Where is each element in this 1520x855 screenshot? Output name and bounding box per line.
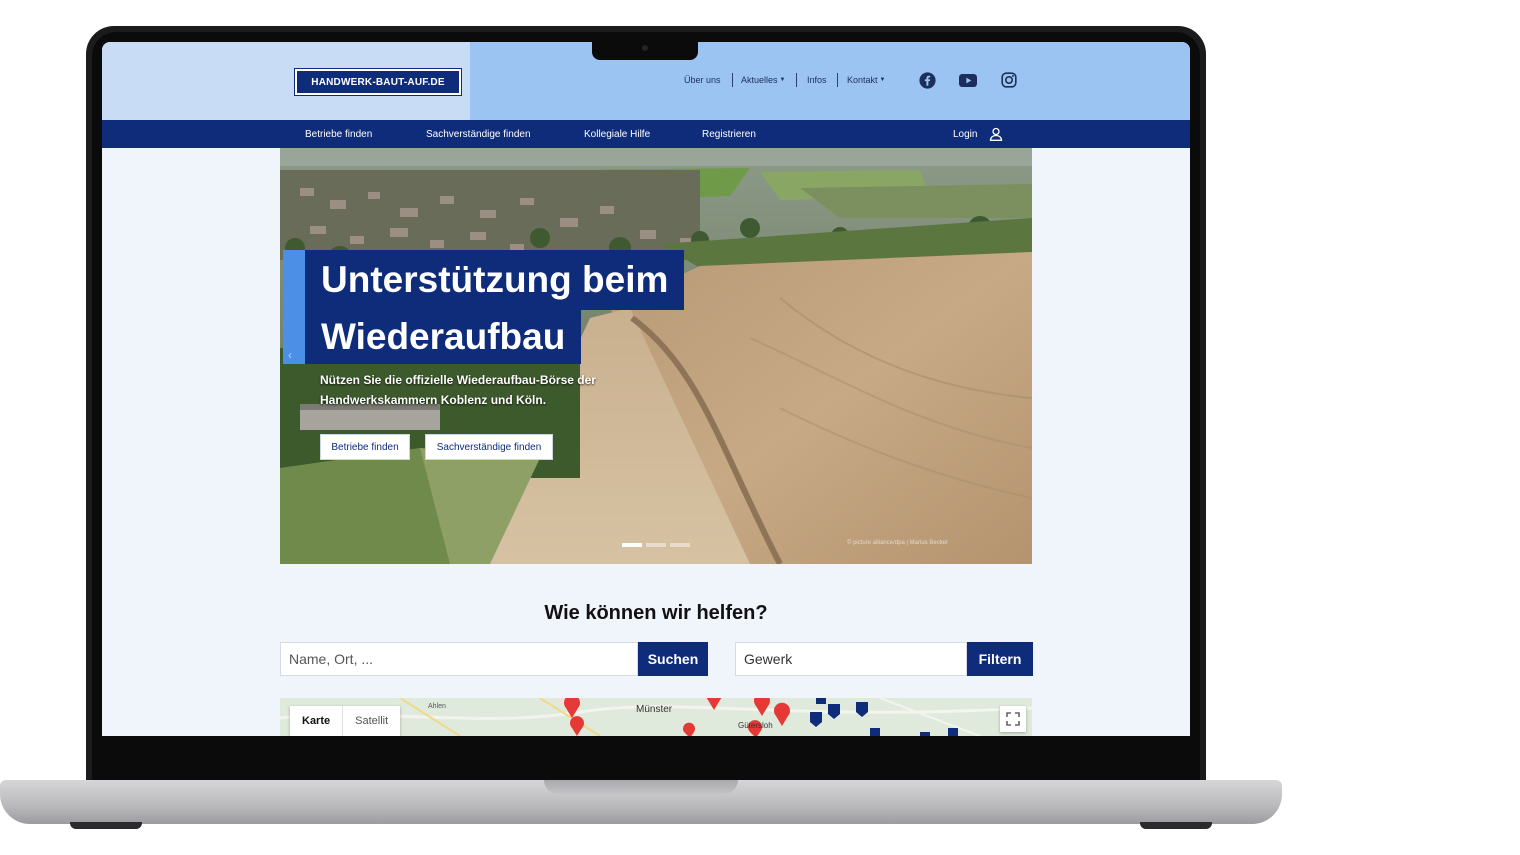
fullscreen-icon[interactable] bbox=[1000, 706, 1026, 732]
map-type-tabs: Karte Satellit bbox=[290, 706, 401, 736]
mainnav-sachverstaendige-finden[interactable]: Sachverständige finden bbox=[426, 120, 531, 148]
hero-subtitle: Nützen Sie die offizielle Wiederaufbau-B… bbox=[320, 373, 596, 407]
filter-button[interactable]: Filtern bbox=[967, 642, 1033, 676]
svg-text:Gütersloh: Gütersloh bbox=[738, 721, 773, 730]
gewerk-select[interactable]: Gewerk bbox=[735, 642, 967, 676]
site-logo[interactable]: HANDWERK-BAUT-AUF.DE bbox=[295, 69, 461, 95]
header-right-panel bbox=[470, 42, 1190, 120]
nav-divider bbox=[732, 73, 733, 87]
laptop-foot-left bbox=[70, 822, 142, 829]
user-icon bbox=[989, 127, 1003, 141]
mainnav-betriebe-finden[interactable]: Betriebe finden bbox=[305, 120, 372, 148]
carousel-indicators bbox=[622, 542, 690, 548]
chevron-down-icon: ▼ bbox=[879, 77, 886, 83]
hero-title-line1: Unterstützung beim bbox=[305, 250, 685, 310]
mainnav-kollegiale-hilfe[interactable]: Kollegiale Hilfe bbox=[584, 120, 650, 148]
camera-icon bbox=[642, 45, 648, 51]
nav-link-kontakt[interactable]: Kontakt ▼ bbox=[847, 72, 885, 88]
tab-karte[interactable]: Karte bbox=[290, 706, 342, 736]
youtube-icon[interactable] bbox=[959, 71, 977, 89]
laptop-base-groove bbox=[544, 780, 738, 794]
photo-credit: © picture alliance/dpa | Marius Becker bbox=[847, 540, 949, 546]
hero-betriebe-finden-button[interactable]: Betriebe finden bbox=[320, 434, 410, 460]
laptop-screen: HANDWERK-BAUT-AUF.DE Über uns Aktuelles ▼… bbox=[102, 42, 1190, 736]
instagram-icon[interactable] bbox=[1000, 71, 1018, 89]
carousel-dot[interactable] bbox=[670, 543, 690, 547]
facebook-icon[interactable] bbox=[918, 71, 936, 89]
nav-link-kontakt-label: Kontakt bbox=[847, 75, 878, 85]
help-heading: Wie können wir helfen? bbox=[544, 602, 768, 624]
nav-divider bbox=[796, 73, 797, 87]
search-button[interactable]: Suchen bbox=[638, 642, 708, 676]
map-town-label: Münster bbox=[636, 704, 673, 715]
chevron-down-icon: ▼ bbox=[779, 77, 786, 83]
login-link[interactable]: Login bbox=[953, 120, 1003, 148]
mainnav-registrieren[interactable]: Registrieren bbox=[702, 120, 756, 148]
login-label: Login bbox=[953, 128, 978, 140]
carousel-dot[interactable] bbox=[646, 543, 666, 547]
svg-text:Ahlen: Ahlen bbox=[428, 703, 446, 710]
nav-link-ueber-uns[interactable]: Über uns bbox=[684, 72, 721, 88]
tab-satellit[interactable]: Satellit bbox=[342, 706, 400, 736]
hero-sachverstaendige-finden-button[interactable]: Sachverständige finden bbox=[425, 434, 553, 460]
chevron-left-icon[interactable]: ‹ bbox=[288, 348, 292, 362]
laptop-foot-right bbox=[1140, 822, 1212, 829]
nav-link-infos[interactable]: Infos bbox=[807, 72, 827, 88]
hero-title-line2: Wiederaufbau bbox=[305, 310, 582, 364]
nav-link-aktuelles-label: Aktuelles bbox=[741, 75, 778, 85]
nav-divider bbox=[837, 73, 838, 87]
hero-accent-bar bbox=[283, 250, 305, 364]
nav-link-aktuelles[interactable]: Aktuelles ▼ bbox=[741, 72, 785, 88]
search-input[interactable]: Name, Ort, ... bbox=[280, 642, 638, 676]
carousel-dot-active[interactable] bbox=[622, 543, 642, 547]
